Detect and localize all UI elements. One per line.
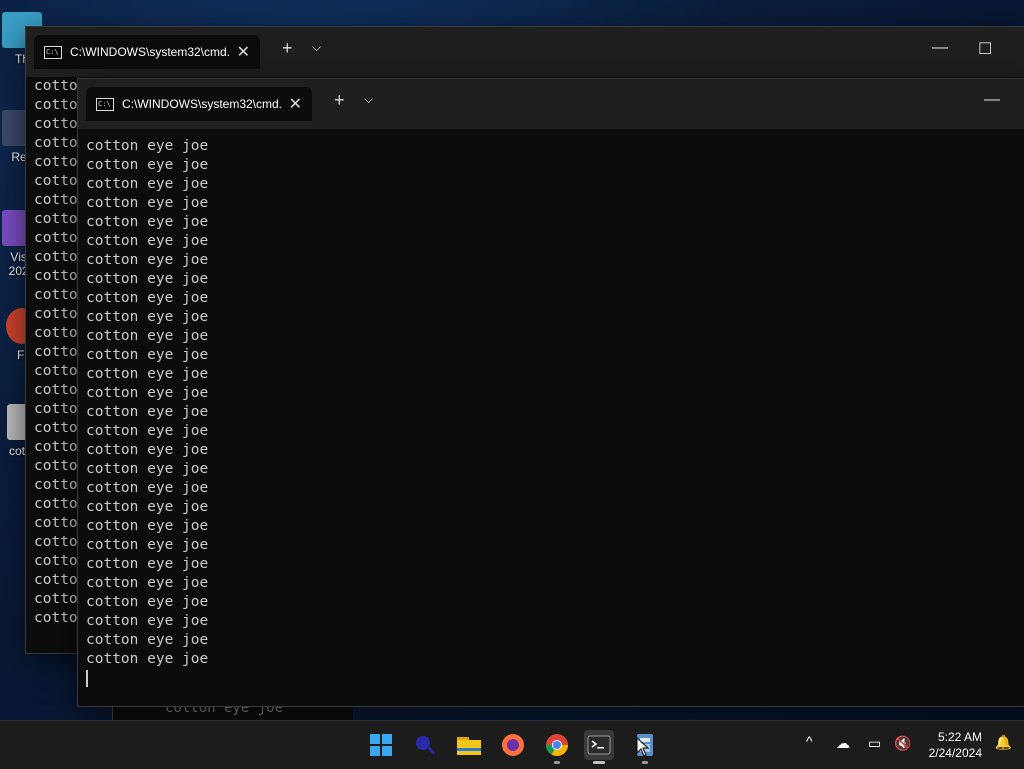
new-tab-button[interactable]: + xyxy=(282,38,293,59)
taskbar: ^ ☁ ▭ 🔇 5:22 AM 2/24/2024 🔔 xyxy=(0,720,1024,769)
file-explorer-button[interactable] xyxy=(454,730,484,760)
onedrive-offline-icon[interactable]: ☁ xyxy=(836,735,850,752)
terminal-line: cotton eye joe xyxy=(86,366,209,382)
network-icon[interactable]: ▭ xyxy=(868,735,881,752)
tab-title: C:\WINDOWS\system32\cmd. xyxy=(70,45,231,59)
terminal-titlebar[interactable]: C:\ C:\WINDOWS\system32\cmd. ✕ + ⌵ — xyxy=(78,79,1024,129)
terminal-line: cotton eye joe xyxy=(86,537,209,553)
windows-icon xyxy=(370,734,392,756)
terminal-line: cotton eye joe xyxy=(86,157,209,173)
tab-close-icon[interactable]: ✕ xyxy=(289,94,302,114)
terminal-line: cotton eye joe xyxy=(86,195,209,211)
terminal-line: cotton eye joe xyxy=(86,651,209,667)
chevron-down-icon[interactable]: ⌵ xyxy=(312,40,321,55)
terminal-line: cotton eye joe xyxy=(86,233,209,249)
terminal-output[interactable]: cotton eye joe cotton eye joe cotton eye j… xyxy=(86,137,1024,706)
minimize-button[interactable]: — xyxy=(932,39,948,57)
firefox-icon xyxy=(502,734,524,756)
running-indicator xyxy=(593,761,605,764)
clock-date: 2/24/2024 xyxy=(928,746,982,760)
terminal-line: cotton eye joe xyxy=(86,423,209,439)
terminal-line: cotton eye joe xyxy=(86,214,209,230)
folder-icon xyxy=(457,737,481,755)
terminal-icon xyxy=(587,735,611,755)
tray-overflow-chevron[interactable]: ^ xyxy=(806,733,813,749)
terminal-line: cotton eye joe xyxy=(86,328,209,344)
cmd-icon: C:\ xyxy=(96,98,114,111)
terminal-line: cotton eye joe xyxy=(86,518,209,534)
minimize-button[interactable]: — xyxy=(984,91,1000,109)
terminal-line: cotton eye joe xyxy=(86,594,209,610)
text-cursor xyxy=(86,669,88,687)
terminal-button[interactable] xyxy=(584,730,614,764)
terminal-line: cotton eye joe xyxy=(86,271,209,287)
tab-title: C:\WINDOWS\system32\cmd. xyxy=(122,97,283,111)
terminal-line: cotton eye joe xyxy=(86,138,209,154)
notification-bell-icon[interactable]: 🔔 xyxy=(995,734,1012,751)
tab-close-icon[interactable]: ✕ xyxy=(237,42,250,62)
chrome-button[interactable] xyxy=(542,730,572,764)
clock[interactable]: 5:22 AM 2/24/2024 xyxy=(929,729,982,761)
terminal-tab[interactable]: C:\ C:\WINDOWS\system32\cmd. ✕ xyxy=(34,35,260,69)
cmd-icon: C:\ xyxy=(44,46,62,59)
clock-time: 5:22 AM xyxy=(937,730,982,744)
terminal-line: cotton eye joe xyxy=(86,385,209,401)
terminal-tab[interactable]: C:\ C:\WINDOWS\system32\cmd. ✕ xyxy=(86,87,312,121)
mouse-cursor-icon xyxy=(636,737,650,757)
terminal-line: cotton eye joe xyxy=(86,442,209,458)
terminal-line: cotton eye joe xyxy=(86,347,209,363)
chrome-icon xyxy=(546,734,568,756)
new-tab-button[interactable]: + xyxy=(334,90,345,111)
terminal-line: cotton eye joe xyxy=(86,499,209,515)
terminal-line: cotton eye joe xyxy=(86,575,209,591)
volume-muted-icon[interactable]: 🔇 xyxy=(894,735,911,752)
maximize-button[interactable]: ☐ xyxy=(978,39,992,59)
start-button[interactable] xyxy=(366,730,396,760)
terminal-line: cotton eye joe xyxy=(86,404,209,420)
running-indicator xyxy=(554,761,560,764)
terminal-line: cotton eye joe xyxy=(86,632,209,648)
terminal-line: cotton eye joe xyxy=(86,252,209,268)
terminal-line: cotton eye joe xyxy=(86,290,209,306)
terminal-prompt-line[interactable] xyxy=(86,669,1024,688)
terminal-line: cotton eye joe xyxy=(86,556,209,572)
firefox-button[interactable] xyxy=(498,730,528,760)
search-button[interactable] xyxy=(410,730,440,760)
terminal-titlebar[interactable]: C:\ C:\WINDOWS\system32\cmd. ✕ + ⌵ — ☐ xyxy=(26,27,1024,77)
search-icon xyxy=(416,736,436,755)
terminal-line: cotton eye joe xyxy=(86,461,209,477)
running-indicator xyxy=(642,761,648,764)
terminal-line: cotton eye joe xyxy=(86,613,209,629)
terminal-line: cotton eye joe xyxy=(86,309,209,325)
chevron-down-icon[interactable]: ⌵ xyxy=(364,92,373,107)
terminal-line: cotton eye joe xyxy=(86,480,209,496)
terminal-line: cotton eye joe xyxy=(86,176,209,192)
terminal-window-front[interactable]: C:\ C:\WINDOWS\system32\cmd. ✕ + ⌵ — cot… xyxy=(77,78,1024,707)
